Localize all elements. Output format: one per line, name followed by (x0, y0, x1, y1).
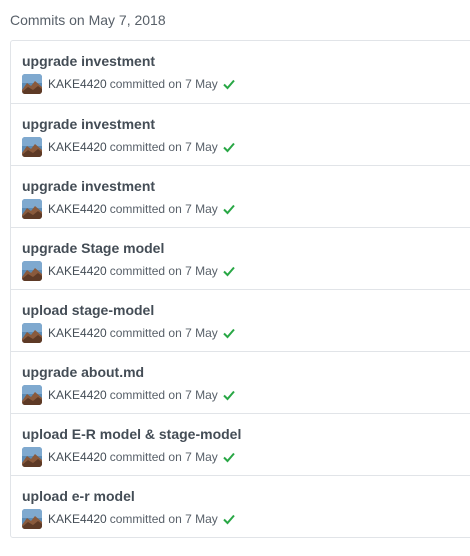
commit-date: committed on 7 May (109, 140, 218, 154)
check-icon[interactable] (223, 78, 235, 90)
commit-item: upgrade Stage model KAKE4420 committed o… (11, 227, 470, 289)
avatar[interactable] (22, 74, 42, 94)
commit-date: committed on 7 May (109, 326, 218, 340)
author-link[interactable]: KAKE4420 (48, 450, 107, 464)
commit-item: upload E-R model & stage-model KAKE4420 … (11, 413, 470, 475)
commit-meta: KAKE4420 committed on 7 May (22, 323, 468, 343)
commit-date: committed on 7 May (109, 388, 218, 402)
commit-date: committed on 7 May (109, 450, 218, 464)
commit-meta: KAKE4420 committed on 7 May (22, 199, 468, 219)
commit-item: upload stage-model KAKE4420 committed on… (11, 289, 470, 351)
commit-date: committed on 7 May (109, 264, 218, 278)
avatar[interactable] (22, 137, 42, 157)
check-icon[interactable] (223, 327, 235, 339)
avatar[interactable] (22, 261, 42, 281)
commit-date: committed on 7 May (109, 202, 218, 216)
commit-title-link[interactable]: upload E-R model & stage-model (22, 424, 468, 444)
commit-item: upgrade investment KAKE4420 committed on… (11, 165, 470, 227)
commit-meta: KAKE4420 committed on 7 May (22, 137, 468, 157)
author-link[interactable]: KAKE4420 (48, 326, 107, 340)
check-icon[interactable] (223, 513, 235, 525)
author-link[interactable]: KAKE4420 (48, 202, 107, 216)
commit-title-link[interactable]: upload stage-model (22, 300, 468, 320)
author-link[interactable]: KAKE4420 (48, 77, 107, 91)
avatar[interactable] (22, 447, 42, 467)
commit-list: upgrade investment KAKE4420 committed on… (10, 40, 470, 538)
avatar[interactable] (22, 323, 42, 343)
avatar[interactable] (22, 385, 42, 405)
avatar[interactable] (22, 199, 42, 219)
commit-meta: KAKE4420 committed on 7 May (22, 261, 468, 281)
commit-item: upload e-r model KAKE4420 committed on 7… (11, 475, 470, 537)
commit-title-link[interactable]: upgrade investment (22, 176, 468, 196)
commit-title-link[interactable]: upgrade Stage model (22, 238, 468, 258)
avatar[interactable] (22, 509, 42, 529)
commit-item: upgrade about.md KAKE4420 committed on 7… (11, 351, 470, 413)
check-icon[interactable] (223, 451, 235, 463)
check-icon[interactable] (223, 203, 235, 215)
commit-group-header: Commits on May 7, 2018 (10, 12, 166, 28)
commit-item: upgrade investment KAKE4420 committed on… (11, 103, 470, 165)
author-link[interactable]: KAKE4420 (48, 264, 107, 278)
commit-title-link[interactable]: upgrade investment (22, 114, 468, 134)
commit-meta: KAKE4420 committed on 7 May (22, 509, 468, 529)
commit-date: committed on 7 May (109, 77, 218, 91)
check-icon[interactable] (223, 141, 235, 153)
check-icon[interactable] (223, 389, 235, 401)
commit-meta: KAKE4420 committed on 7 May (22, 385, 468, 405)
commit-title-link[interactable]: upgrade about.md (22, 362, 468, 382)
commit-item: upgrade investment KAKE4420 committed on… (11, 41, 470, 103)
commit-title-link[interactable]: upgrade investment (22, 51, 468, 71)
author-link[interactable]: KAKE4420 (48, 388, 107, 402)
commit-meta: KAKE4420 committed on 7 May (22, 447, 468, 467)
commit-title-link[interactable]: upload e-r model (22, 486, 468, 506)
author-link[interactable]: KAKE4420 (48, 512, 107, 526)
commit-date: committed on 7 May (109, 512, 218, 526)
commit-meta: KAKE4420 committed on 7 May (22, 74, 468, 94)
author-link[interactable]: KAKE4420 (48, 140, 107, 154)
check-icon[interactable] (223, 265, 235, 277)
